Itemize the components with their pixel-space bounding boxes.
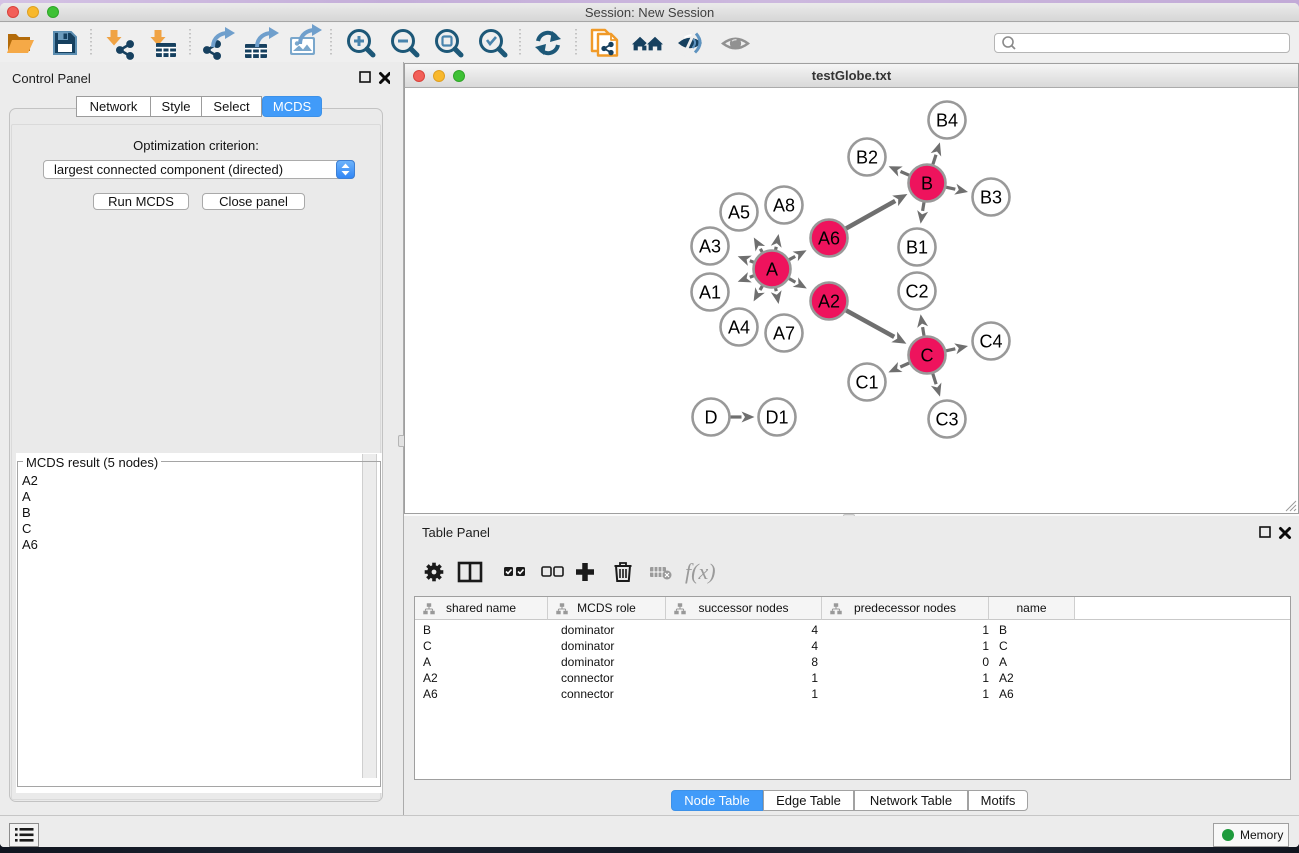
svg-text:D: D xyxy=(705,408,718,428)
svg-text:A2: A2 xyxy=(818,292,840,312)
svg-text:B4: B4 xyxy=(936,111,958,131)
svg-text:C1: C1 xyxy=(855,373,878,393)
svg-text:A: A xyxy=(766,260,778,280)
svg-text:C: C xyxy=(921,346,934,366)
svg-text:B2: B2 xyxy=(856,148,878,168)
svg-text:A5: A5 xyxy=(728,203,750,223)
svg-text:A7: A7 xyxy=(773,324,795,344)
svg-text:A3: A3 xyxy=(699,237,721,257)
svg-text:A8: A8 xyxy=(773,196,795,216)
svg-text:B: B xyxy=(921,174,933,194)
svg-text:C2: C2 xyxy=(905,282,928,302)
svg-text:f(x): f(x) xyxy=(685,559,716,584)
svg-text:B1: B1 xyxy=(906,238,928,258)
svg-text:A6: A6 xyxy=(818,229,840,249)
svg-text:C4: C4 xyxy=(979,332,1002,352)
svg-text:A4: A4 xyxy=(728,318,750,338)
svg-text:D1: D1 xyxy=(765,408,788,428)
svg-text:C3: C3 xyxy=(935,410,958,430)
svg-text:B3: B3 xyxy=(980,188,1002,208)
svg-text:A1: A1 xyxy=(699,283,721,303)
